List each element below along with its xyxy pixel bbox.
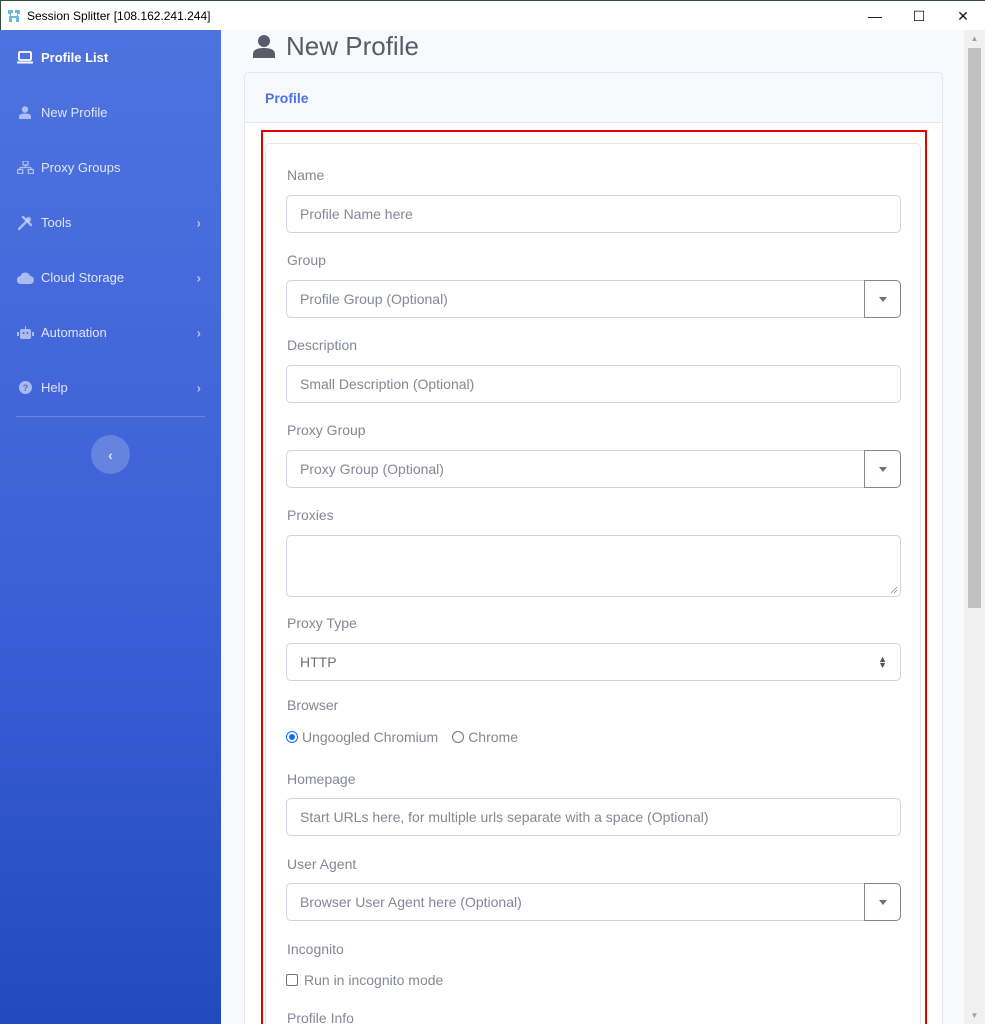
- sidebar-item-label: Profile List: [41, 50, 109, 65]
- profile-info-label: Profile Info: [287, 1010, 354, 1024]
- card-header: Profile: [245, 73, 942, 123]
- radio-label[interactable]: Ungoogled Chromium: [302, 729, 438, 745]
- question-circle-icon: ?: [16, 381, 34, 395]
- main-content: New Profile Profile Name Profile Name he…: [221, 30, 964, 1024]
- tools-icon: [16, 215, 34, 230]
- chevron-right-icon: ›: [196, 380, 201, 395]
- sidebar-toggle-button[interactable]: ‹: [91, 435, 130, 474]
- sidebar-item-automation[interactable]: Automation ›: [0, 305, 221, 360]
- proxy-group-dropdown-button[interactable]: [864, 450, 901, 488]
- scroll-up-icon[interactable]: ▲: [964, 30, 985, 47]
- user-icon: [16, 106, 34, 120]
- minimize-button[interactable]: —: [853, 1, 897, 31]
- scrollbar-thumb[interactable]: [968, 48, 981, 608]
- proxy-group-label: Proxy Group: [287, 422, 366, 438]
- group-placeholder: Profile Group (Optional): [300, 291, 448, 307]
- scroll-down-icon[interactable]: ▼: [964, 1007, 985, 1024]
- minimize-icon: —: [868, 8, 882, 24]
- proxies-label: Proxies: [287, 507, 334, 523]
- description-placeholder: Small Description (Optional): [300, 376, 475, 392]
- sidebar-item-help[interactable]: ? Help ›: [0, 360, 221, 415]
- browser-radio-group: Ungoogled Chromium Chrome: [286, 729, 532, 745]
- user-agent-dropdown-button[interactable]: [864, 883, 901, 921]
- sidebar-item-label: Cloud Storage: [41, 270, 125, 285]
- close-icon: ✕: [957, 7, 969, 24]
- sidebar-item-label: Automation: [41, 325, 107, 340]
- radio-chrome[interactable]: [452, 731, 465, 743]
- close-button[interactable]: ✕: [941, 1, 985, 31]
- card-header-title: Profile: [265, 89, 309, 106]
- robot-icon: [16, 326, 34, 340]
- sidebar-item-label: Proxy Groups: [41, 160, 121, 175]
- proxy-type-label: Proxy Type: [287, 615, 357, 631]
- user-agent-select[interactable]: Browser User Agent here (Optional): [286, 883, 901, 921]
- sidebar-item-label: Help: [41, 380, 68, 395]
- proxy-type-value: HTTP: [300, 654, 337, 670]
- select-arrows-icon: ▲ ▼: [878, 654, 887, 670]
- proxy-group-placeholder: Proxy Group (Optional): [300, 461, 444, 477]
- page-title: New Profile: [286, 30, 419, 61]
- incognito-checkbox[interactable]: [286, 974, 298, 986]
- sidebar-item-label: New Profile: [41, 105, 108, 120]
- app-icon: [7, 9, 21, 23]
- caret-down-icon: [878, 296, 887, 302]
- cloud-icon: [16, 271, 34, 285]
- proxies-textarea[interactable]: [286, 535, 901, 597]
- incognito-checkbox-label[interactable]: Run in incognito mode: [304, 972, 443, 988]
- sidebar-item-profile-list[interactable]: Profile List: [0, 30, 221, 85]
- sidebar-item-cloud-storage[interactable]: Cloud Storage ›: [0, 250, 221, 305]
- sidebar-item-tools[interactable]: Tools ›: [0, 195, 221, 250]
- chevron-left-icon: ‹: [108, 446, 113, 463]
- name-label: Name: [287, 167, 325, 183]
- incognito-label: Incognito: [287, 941, 344, 957]
- chevron-right-icon: ›: [196, 215, 201, 230]
- group-label: Group: [287, 252, 326, 268]
- proxy-group-select[interactable]: Proxy Group (Optional): [286, 450, 901, 488]
- sidebar-item-new-profile[interactable]: New Profile: [0, 85, 221, 140]
- group-select[interactable]: Profile Group (Optional): [286, 280, 901, 318]
- caret-down-icon: [878, 899, 887, 905]
- homepage-input[interactable]: Start URLs here, for multiple urls separ…: [286, 798, 901, 836]
- radio-ungoogled-chromium[interactable]: [286, 731, 298, 743]
- homepage-placeholder: Start URLs here, for multiple urls separ…: [300, 809, 709, 825]
- incognito-checkbox-row[interactable]: Run in incognito mode: [286, 972, 443, 988]
- sidebar-divider: [16, 416, 205, 417]
- browser-label: Browser: [287, 697, 339, 713]
- user-agent-placeholder: Browser User Agent here (Optional): [300, 894, 522, 910]
- homepage-label: Homepage: [287, 771, 356, 787]
- network-icon: [16, 161, 34, 175]
- chevron-right-icon: ›: [196, 270, 201, 285]
- resize-grip-icon[interactable]: [890, 586, 898, 594]
- maximize-icon: ☐: [912, 7, 926, 24]
- description-label: Description: [287, 337, 358, 353]
- sidebar: Profile List New Profile Proxy Groups To…: [0, 30, 221, 1024]
- vertical-scrollbar[interactable]: ▲ ▼: [964, 30, 985, 1024]
- caret-down-icon: [878, 466, 887, 472]
- profile-form: Name Profile Name here Group Profile Gro…: [265, 143, 921, 1024]
- description-input[interactable]: Small Description (Optional): [286, 365, 901, 403]
- sidebar-item-proxy-groups[interactable]: Proxy Groups: [0, 140, 221, 195]
- name-placeholder: Profile Name here: [300, 206, 413, 222]
- proxy-type-select[interactable]: HTTP ▲ ▼: [286, 643, 901, 681]
- laptop-icon: [16, 51, 34, 65]
- chevron-right-icon: ›: [196, 325, 201, 340]
- radio-label[interactable]: Chrome: [468, 729, 518, 745]
- sidebar-item-label: Tools: [41, 215, 72, 230]
- page-heading: New Profile: [252, 30, 419, 62]
- svg-text:?: ?: [22, 383, 28, 393]
- maximize-button[interactable]: ☐: [897, 1, 941, 31]
- window-title: Session Splitter [108.162.241.244]: [27, 8, 211, 23]
- user-agent-label: User Agent: [287, 856, 357, 872]
- group-dropdown-button[interactable]: [864, 280, 901, 318]
- user-icon: [252, 34, 276, 58]
- name-input[interactable]: Profile Name here: [286, 195, 901, 233]
- window-titlebar: Session Splitter [108.162.241.244] — ☐ ✕: [0, 0, 985, 30]
